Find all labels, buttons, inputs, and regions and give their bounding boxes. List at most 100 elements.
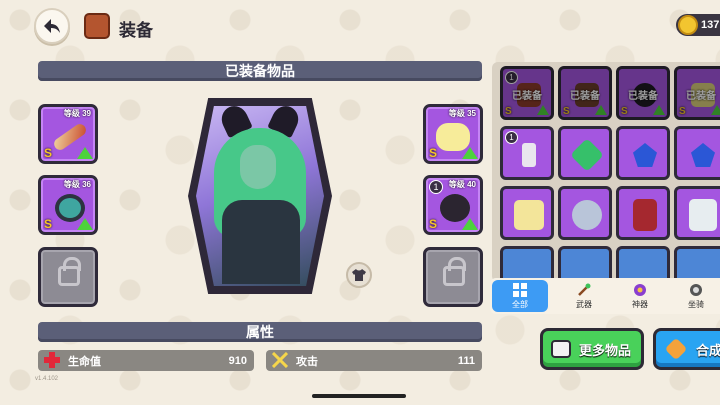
inventory-item[interactable] [616, 126, 670, 180]
rarity-mark: S [679, 106, 686, 117]
inventory-item[interactable] [674, 246, 720, 282]
upgrade-arrow-icon [462, 218, 478, 230]
inventory-item[interactable]: 已装备 S [558, 66, 612, 120]
slot-level: 等级 40 [448, 180, 476, 189]
upgrade-arrow-icon [595, 105, 607, 115]
count-badge: 1 [505, 71, 518, 84]
merge-gem-icon [664, 337, 688, 361]
rarity-mark: S [621, 106, 628, 117]
upgrade-arrow-icon [77, 218, 93, 230]
leaf-gem-icon [570, 138, 604, 172]
home-indicator [312, 394, 406, 398]
inventory-item[interactable] [558, 126, 612, 180]
merge-label: 合成 [696, 342, 720, 358]
tab-all[interactable]: 全部 [492, 280, 548, 312]
crossed-swords-icon [272, 352, 288, 368]
tab-weapon[interactable]: 武器 [556, 280, 612, 312]
equip-slot-ring[interactable]: 等级 36 S [38, 175, 98, 235]
inventory-item[interactable]: 已装备 S [616, 66, 670, 120]
equip-slot-accessory[interactable]: 1 等级 40 S [423, 175, 483, 235]
page-title: 装备 [119, 21, 153, 40]
inventory-item[interactable] [674, 126, 720, 180]
coin-icon [678, 15, 698, 35]
rarity-mark: S [505, 106, 512, 117]
attributes-section-title: 属性 [38, 322, 482, 342]
equipped-title-text: 已装备物品 [225, 63, 295, 79]
warrior-figure-icon [633, 199, 657, 231]
artifact-orb-icon [634, 284, 646, 296]
slot-level: 等级 36 [63, 180, 91, 189]
tab-mount[interactable]: 坐骑 [668, 280, 720, 312]
outfit-button[interactable] [346, 262, 372, 288]
inventory-item[interactable]: 已装备 S [674, 66, 720, 120]
equip-slot-weapon[interactable]: 等级 39 S [38, 104, 98, 164]
equipped-label: 已装备 [512, 91, 542, 102]
equipped-label: 已装备 [628, 91, 658, 102]
back-button[interactable] [34, 8, 70, 44]
equip-slot-locked-left[interactable] [38, 247, 98, 307]
tab-artifact[interactable]: 神器 [612, 280, 668, 312]
count-badge: 1 [429, 180, 443, 194]
upgrade-arrow-icon [77, 147, 93, 159]
equip-slot-armor[interactable]: 等级 35 S [423, 104, 483, 164]
wolf-mount-icon [572, 200, 602, 230]
backpack-icon [84, 13, 110, 39]
hp-value: 910 [228, 354, 247, 367]
inventory-item[interactable] [616, 186, 670, 240]
hp-label: 生命值 [68, 355, 101, 368]
staff-icon [578, 283, 591, 296]
crystal-icon [633, 143, 657, 167]
shirt-icon [352, 269, 366, 281]
inventory-item[interactable] [616, 246, 670, 282]
amulet-icon [522, 143, 536, 167]
health-cross-icon [44, 352, 60, 368]
inventory-item[interactable] [500, 186, 554, 240]
chest-icon [551, 340, 571, 358]
merge-button[interactable]: 合成 [653, 328, 720, 370]
equipped-label: 已装备 [570, 91, 600, 102]
rarity-mark: S [44, 146, 53, 160]
inventory-panel: 1 已装备 S 已装备 S 已装备 S 已装备 S 1 [492, 62, 720, 282]
attributes-title-text: 属性 [246, 324, 274, 340]
more-items-button[interactable]: 更多物品 [540, 328, 644, 370]
more-items-label: 更多物品 [579, 342, 632, 358]
upgrade-arrow-icon [653, 105, 665, 115]
rarity-mark: S [563, 106, 570, 117]
inventory-item[interactable] [500, 246, 554, 282]
equip-slot-locked-right[interactable] [423, 247, 483, 307]
lock-icon [443, 257, 466, 286]
equipped-label: 已装备 [686, 91, 716, 102]
inventory-item[interactable]: 1 [500, 126, 554, 180]
back-arrow-icon [44, 19, 60, 33]
rarity-mark: S [44, 217, 53, 231]
count-badge: 1 [505, 131, 518, 144]
filter-tabs: 全部 武器 神器 坐骑 [490, 278, 720, 314]
mount-icon [690, 284, 702, 296]
lock-icon [58, 257, 81, 286]
hero-face [240, 145, 276, 189]
slot-level: 等级 39 [63, 109, 91, 118]
inventory-item[interactable] [674, 186, 720, 240]
upgrade-arrow-icon [711, 105, 720, 115]
inventory-item[interactable] [558, 246, 612, 282]
crystal-icon [691, 143, 715, 167]
atk-value: 111 [457, 354, 475, 367]
rarity-mark: S [429, 146, 438, 160]
equipped-section-title: 已装备物品 [38, 61, 482, 81]
tab-label: 坐骑 [688, 300, 704, 309]
tab-label: 全部 [512, 300, 528, 309]
inventory-item[interactable]: 1 已装备 S [500, 66, 554, 120]
coin-value: 137 [701, 19, 720, 31]
stat-hp: 生命值 910 [38, 350, 254, 371]
tab-label: 武器 [576, 300, 592, 309]
upgrade-arrow-icon [537, 105, 549, 115]
deer-mount-icon [514, 200, 544, 230]
stat-attack: 攻击 111 [266, 350, 482, 371]
slot-level: 等级 35 [448, 109, 476, 118]
coin-counter[interactable]: 137 [676, 14, 720, 36]
inventory-item[interactable] [558, 186, 612, 240]
grid-icon [513, 283, 527, 297]
version-text: v1.4.102 [35, 376, 59, 382]
tab-label: 神器 [632, 300, 648, 309]
hero-body [222, 200, 300, 284]
